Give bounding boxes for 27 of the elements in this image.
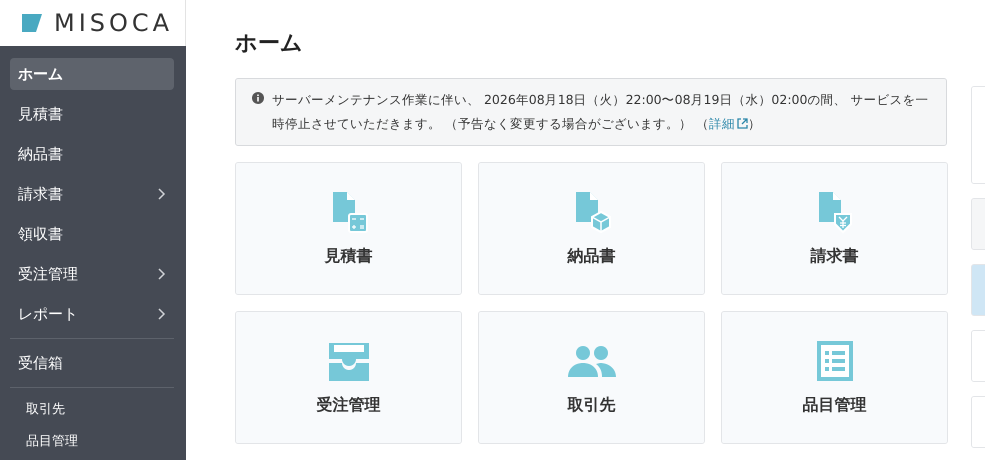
sidebar-item[interactable]: 受信箱 — [10, 347, 174, 379]
sidebar-item[interactable]: レポート — [10, 298, 174, 330]
sidebar-item[interactable]: 見積書 — [10, 98, 174, 130]
sidebar-item[interactable]: 領収書 — [10, 218, 174, 250]
chevron-right-icon — [158, 268, 166, 280]
menu-tile[interactable]: 取引先 — [478, 311, 705, 444]
details-link[interactable]: 詳細 — [708, 116, 748, 131]
page-title: ホーム — [235, 30, 304, 58]
chevron-right-icon — [158, 188, 166, 200]
sidebar-item[interactable]: 品目管理 — [10, 428, 174, 454]
external-link-icon — [736, 118, 748, 129]
sidebar-item[interactable]: 納品書 — [10, 138, 174, 170]
sidebar-item[interactable]: ホーム — [10, 58, 174, 90]
logo-text: MISOCA — [54, 9, 174, 37]
menu-tile[interactable]: 納品書 — [478, 162, 705, 295]
sidebar-item[interactable]: 受注管理 — [10, 258, 174, 290]
info-icon — [252, 92, 264, 104]
menu-tile[interactable]: 品目管理 — [721, 311, 948, 444]
list-icon — [814, 339, 854, 383]
sidebar-item[interactable]: 請求書 — [10, 178, 174, 210]
maintenance-notice: サーバーメンテナンス作業に伴い、 2026年08月18日（火）22:00〜08月19日（水）02:00の間、 サービスを一時停止させていただきます。 （予告なく変更する場合がございます。） （詳細 ） — [235, 78, 947, 146]
menu-tile[interactable]: 見積書 — [235, 162, 462, 295]
logo-mark-icon — [22, 14, 42, 32]
menu-tile[interactable]: 受注管理 — [235, 311, 462, 444]
sidebar-item[interactable]: 取引先 — [10, 396, 174, 422]
chevron-right-icon — [158, 308, 166, 320]
menu-tile[interactable]: 請求書 — [721, 162, 948, 295]
